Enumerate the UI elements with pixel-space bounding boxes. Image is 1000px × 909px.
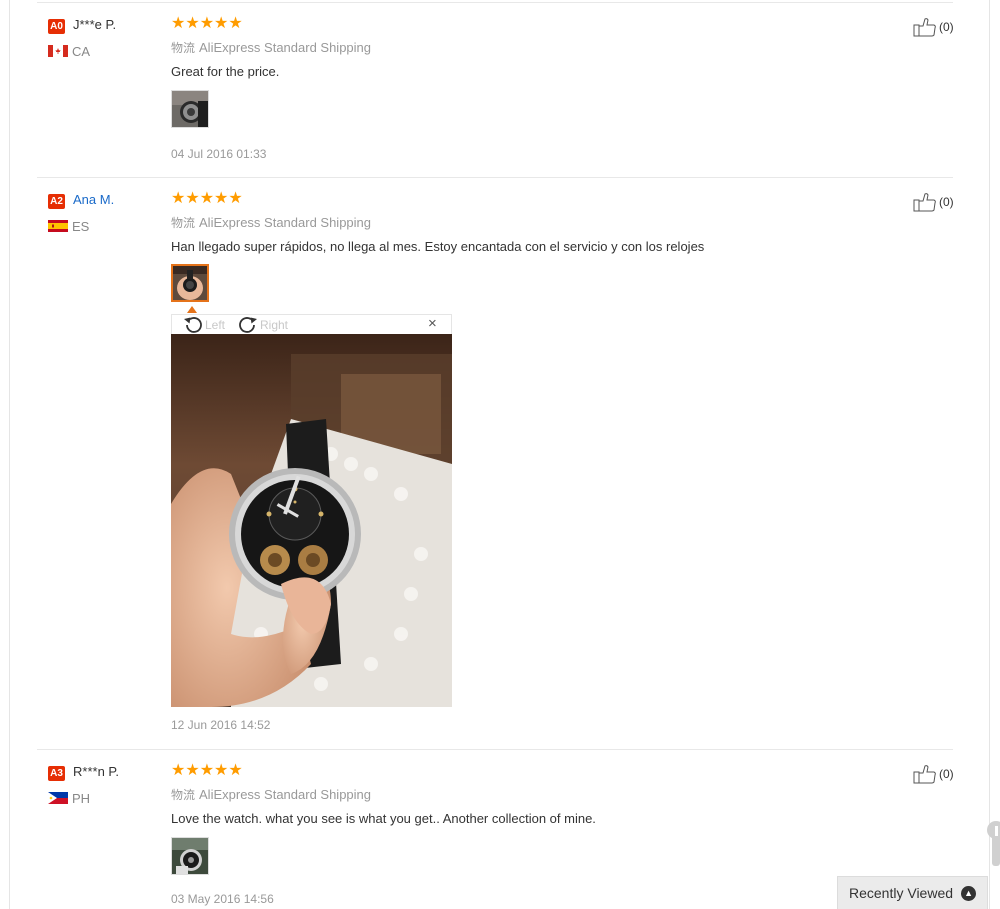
review-footer: 12 Jun 2016 14:52 [37,718,953,740]
rotate-right-label: Right [260,318,289,332]
thumbs-up-icon [913,765,936,784]
buyer-level-badge: A0 [48,19,65,34]
canada-flag-icon [48,45,68,57]
thumbs-up-icon [913,193,936,212]
watch-photo [171,334,452,707]
rotate-left-button[interactable]: Left [182,316,225,334]
side-feedback-tab-icon[interactable] [986,818,1000,866]
close-viewer-button[interactable]: × [428,316,437,332]
helpful-button[interactable]: (0) [913,764,954,784]
enlarged-review-photo [171,334,452,707]
review-item: A3 R***n P. PH ★★★★★ 物流 AliExpress Standa… [37,761,954,909]
helpful-button[interactable]: (0) [913,17,954,37]
star-rating: ★★★★★ [171,762,243,779]
recently-viewed-label: Recently Viewed [849,885,954,901]
rotate-right-icon [239,317,257,333]
divider [37,177,953,178]
buyer-country: PH [72,791,91,806]
review-photo-thumbnail[interactable] [171,837,209,875]
star-rating: ★★★★★ [171,190,243,207]
shipping-method: 物流 AliExpress Standard Shipping [171,39,371,56]
helpful-count: (0) [939,20,954,34]
image-viewer-toolbar: Left Right × [171,314,452,334]
review-date: 12 Jun 2016 14:52 [171,718,271,732]
philippines-flag-icon [48,792,68,804]
rotate-right-button[interactable]: Right [237,316,288,334]
helpful-count: (0) [939,767,954,781]
star-rating: ★★★★★ [171,15,243,32]
buyer-level-badge: A3 [48,766,65,781]
review-item: A0 J***e P. CA ★★★★★ 物流 AliExpress Standa… [37,14,954,164]
buyer-level-badge: A2 [48,194,65,209]
review-text: Love the watch. what you see is what you… [171,811,596,826]
review-photo-thumbnail[interactable] [171,90,209,128]
viewer-pointer [187,306,197,313]
rotate-left-label: Left [205,318,226,332]
review-photo-thumbnail-selected[interactable] [171,264,209,302]
review-date: 04 Jul 2016 01:33 [171,147,267,161]
review-text: Han llegado super rápidos, no llega al m… [171,239,705,254]
buyer-country: CA [72,44,91,59]
buyer-country: ES [72,219,90,234]
review-text: Great for the price. [171,64,280,79]
shipping-name: AliExpress Standard Shipping [199,787,372,802]
rotate-left-icon [184,317,202,333]
shipping-label: 物流 [171,41,196,55]
buyer-name-link[interactable]: Ana M. [73,192,114,207]
shipping-label: 物流 [171,216,196,230]
shipping-label: 物流 [171,788,196,802]
shipping-method: 物流 AliExpress Standard Shipping [171,214,371,231]
divider [37,2,953,3]
divider [37,749,953,750]
spain-flag-icon [48,220,68,232]
buyer-name: R***n P. [73,764,120,779]
helpful-count: (0) [939,195,954,209]
shipping-name: AliExpress Standard Shipping [199,40,372,55]
shipping-name: AliExpress Standard Shipping [199,215,372,230]
buyer-name: J***e P. [73,17,117,32]
chevron-up-icon: ▲ [961,885,977,901]
shipping-method: 物流 AliExpress Standard Shipping [171,786,371,803]
helpful-button[interactable]: (0) [913,192,954,212]
thumbs-up-icon [913,18,936,37]
recently-viewed-tab[interactable]: Recently Viewed ▲ [837,876,988,909]
review-date: 03 May 2016 14:56 [171,892,274,906]
